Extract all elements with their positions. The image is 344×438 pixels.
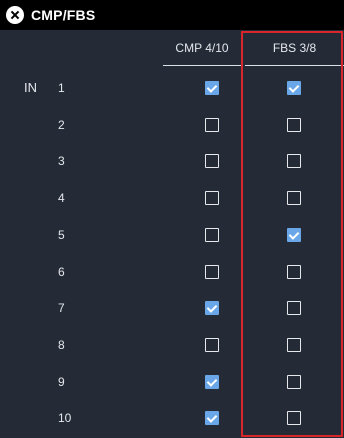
close-icon[interactable] [6, 6, 24, 24]
channel-row: 9 [0, 364, 344, 400]
channel-number: 4 [58, 191, 65, 206]
fbs-checkbox[interactable] [287, 301, 301, 316]
cmp-checkbox[interactable] [205, 117, 219, 132]
channel-row: 6 [0, 254, 344, 290]
cmp-checkbox[interactable] [205, 301, 219, 316]
cmp-checkbox[interactable] [205, 81, 219, 95]
channel-number: 6 [58, 264, 65, 279]
channel-number: 3 [58, 154, 65, 169]
channel-number: 8 [58, 337, 65, 352]
fbs-checkbox[interactable] [287, 154, 301, 169]
channel-number: 10 [58, 411, 72, 426]
fbs-checkbox[interactable] [287, 374, 301, 389]
fbs-checkbox[interactable] [287, 337, 301, 352]
fbs-checkbox[interactable] [287, 227, 301, 242]
cmp-checkbox[interactable] [205, 227, 219, 242]
cmp-checkbox[interactable] [205, 264, 219, 279]
cmp-checkbox[interactable] [205, 337, 219, 352]
fbs-checkbox[interactable] [287, 411, 301, 426]
channel-row: 1 [0, 70, 344, 106]
channel-row: 10 [0, 400, 344, 436]
cmp-checkbox[interactable] [205, 191, 219, 206]
title-bar: CMP/FBS [0, 0, 344, 30]
fbs-checkbox[interactable] [287, 117, 301, 132]
channel-row: 4 [0, 180, 344, 216]
fbs-checkbox[interactable] [287, 81, 301, 95]
fbs-checkbox[interactable] [287, 264, 301, 279]
cmp-checkbox[interactable] [205, 154, 219, 169]
channel-row: 8 [0, 327, 344, 363]
window-title: CMP/FBS [31, 7, 96, 23]
channel-row: 2 [0, 107, 344, 143]
cmp-checkbox[interactable] [205, 374, 219, 389]
channel-number: 1 [58, 81, 65, 95]
channel-number: 5 [58, 227, 65, 242]
channel-number: 9 [58, 374, 65, 389]
cmp-column-header: CMP 4/10 [163, 30, 241, 66]
channel-number: 7 [58, 301, 65, 316]
channel-row: 5 [0, 217, 344, 253]
channel-number: 2 [58, 117, 65, 132]
cmp-checkbox[interactable] [205, 411, 219, 426]
fbs-column-header: FBS 3/8 [245, 30, 344, 66]
channel-row: 3 [0, 143, 344, 179]
fbs-checkbox[interactable] [287, 191, 301, 206]
channel-row: 7 [0, 290, 344, 326]
